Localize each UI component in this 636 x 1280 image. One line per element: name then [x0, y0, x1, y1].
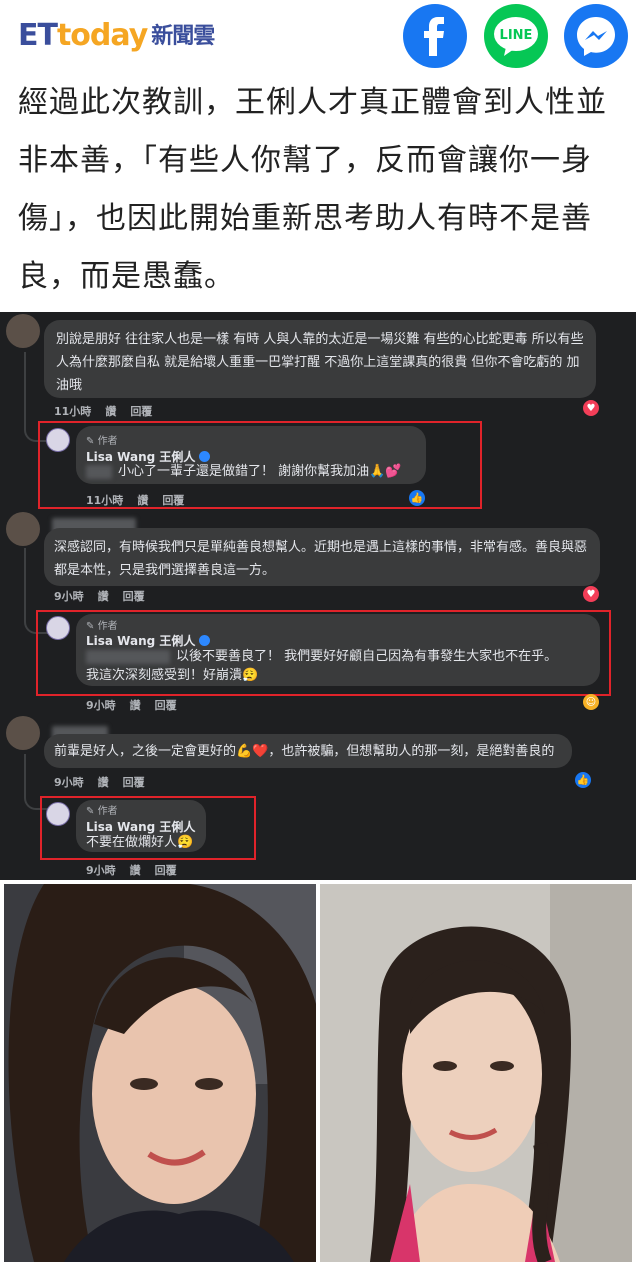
reply-meta: 9小時 讚 回覆: [86, 697, 191, 713]
photo-row: [0, 880, 636, 1280]
author-tag: ✎ 作者: [86, 436, 118, 447]
article-paragraph: 經過此次教訓，王俐人才真正體會到人性並非本善，「有些人你幫了，反而會讓你一身傷」…: [18, 85, 607, 294]
commenter-avatar: [6, 512, 40, 546]
ettoday-logo[interactable]: ETtoday 新聞雲: [18, 16, 215, 57]
reply-text: 不要在做爛好人😮‍💨: [86, 835, 194, 850]
like-link[interactable]: 讚: [130, 699, 141, 712]
author-tag-label: 作者: [97, 621, 118, 632]
commenter-avatar: [6, 314, 40, 348]
facebook-icon: [424, 17, 444, 56]
like-link[interactable]: 讚: [98, 590, 109, 603]
heart-reaction-icon[interactable]: ♥: [583, 586, 599, 602]
line-label: LINE: [500, 28, 533, 43]
reply-link[interactable]: 回覆: [155, 699, 177, 712]
lisa-wang-avatar: [46, 428, 70, 452]
comment-meta: 9小時 讚 回覆: [54, 774, 159, 790]
comment-time: 9小時: [54, 776, 84, 789]
comment-time: 9小時: [54, 590, 84, 603]
author-tag-label: 作者: [97, 806, 118, 817]
like-link[interactable]: 讚: [137, 494, 148, 507]
reply-text: 小心了一輩子還是做錯了！ 謝謝你幫我加油🙏💕: [118, 464, 402, 479]
comment-text: 別說是朋好 往往家人也是一樣 有時 人與人靠的太近是一場災難 有些的心比蛇更毒 …: [56, 332, 584, 393]
like-link[interactable]: 讚: [105, 405, 116, 418]
facebook-comments-screenshot: 別說是朋好 往往家人也是一樣 有時 人與人靠的太近是一場災難 有些的心比蛇更毒 …: [0, 312, 636, 880]
author-tag: ✎ 作者: [86, 621, 118, 632]
reply-meta: 11小時讚 回覆: [86, 492, 198, 508]
like-link[interactable]: 讚: [130, 864, 141, 877]
comment-meta: 9小時 讚 回覆: [54, 588, 159, 604]
like-reaction-icon[interactable]: 👍: [575, 772, 591, 788]
logo-et: ET: [18, 18, 58, 53]
like-reaction-icon[interactable]: 👍: [409, 490, 425, 506]
line-icon: LINE: [494, 17, 538, 56]
blurred-mention: [86, 650, 170, 664]
reply-meta: 9小時 讚 回覆: [86, 862, 191, 878]
logo-today: today: [56, 18, 148, 53]
reply-time: 9小時: [86, 864, 116, 877]
messenger-share-button[interactable]: [564, 4, 628, 68]
reply-link[interactable]: 回覆: [123, 776, 145, 789]
reply-time: 9小時: [86, 699, 116, 712]
haha-reaction-icon[interactable]: ☺: [583, 694, 599, 710]
comment-text: 前輩是好人，之後一定會更好的💪❤️，也許被騙，但想幫助人的那一刻，是絕對善良的: [54, 744, 555, 759]
reply-link[interactable]: 回覆: [162, 494, 184, 507]
like-link[interactable]: 讚: [98, 776, 109, 789]
comment-text: 深感認同，有時候我們只是單純善良想幫人。近期也是遇上這樣的事情，非常有感。善良與…: [54, 540, 588, 578]
reply-text-line2: 我這次深刻感受到！好崩潰😮‍💨: [86, 668, 259, 683]
reply-link[interactable]: 回覆: [123, 590, 145, 603]
portrait-photo-left: [4, 884, 316, 1262]
reply-link[interactable]: 回覆: [130, 405, 152, 418]
messenger-icon: [577, 17, 615, 56]
reply-link[interactable]: 回覆: [155, 864, 177, 877]
lisa-wang-avatar: [46, 802, 70, 826]
heart-reaction-icon[interactable]: ♥: [583, 400, 599, 416]
reply-time: 11小時: [86, 494, 124, 507]
author-tag-label: 作者: [97, 436, 118, 447]
portrait-photo-right: [320, 884, 632, 1262]
comment-meta: 11小時讚 回覆: [54, 403, 166, 419]
site-header: ETtoday 新聞雲 LINE: [0, 0, 636, 70]
lisa-wang-avatar: [46, 616, 70, 640]
facebook-share-button[interactable]: [403, 4, 467, 68]
line-share-button[interactable]: LINE: [484, 4, 548, 68]
blurred-mention: [86, 465, 112, 479]
comment-time: 11小時: [54, 405, 92, 418]
logo-sub: 新聞雲: [151, 24, 215, 49]
author-tag: ✎ 作者: [86, 806, 118, 817]
commenter-avatar: [6, 716, 40, 750]
